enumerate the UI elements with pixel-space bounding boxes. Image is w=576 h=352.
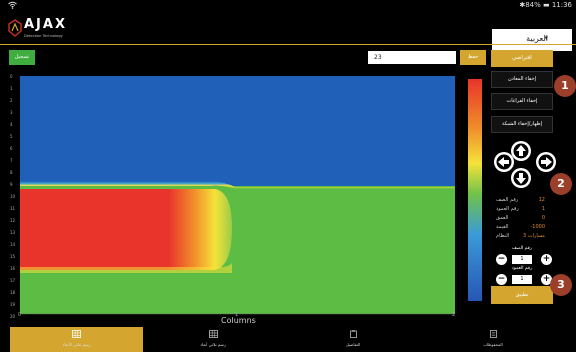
y-tick: 20	[10, 314, 16, 319]
y-tick: 5	[10, 134, 13, 139]
info-label: العمق	[496, 215, 509, 221]
row-value[interactable]: 1	[512, 255, 532, 264]
header: AJAX Detection Technology العربية ▾	[0, 12, 576, 51]
info-value: 1	[541, 206, 545, 212]
heatmap-region-anomaly	[20, 189, 232, 270]
nav-tab-details[interactable]: التفاصيل	[283, 327, 423, 352]
status-bar: ✱84% ▬ 11:36	[0, 0, 576, 12]
logo-text: AJAX	[24, 17, 67, 32]
y-tick: 1	[10, 86, 13, 91]
document-icon	[489, 330, 497, 338]
info-row: العمق 0	[491, 215, 553, 223]
y-tick: 19	[10, 302, 16, 307]
col-stepper-label: رقم العمود	[511, 266, 533, 271]
grid-icon	[208, 330, 218, 338]
record-button[interactable]: تسجيل	[9, 50, 35, 65]
value-input[interactable]	[368, 51, 456, 64]
default-button[interactable]: افتراضي	[491, 50, 553, 67]
nav-label: التفاصيل	[345, 342, 361, 347]
arrow-up-icon[interactable]	[511, 141, 531, 161]
info-label: القيمة	[496, 224, 509, 230]
y-tick: 18	[10, 290, 16, 295]
nav-label: رسم ثنائي الأبعاد	[62, 342, 91, 347]
app-root: ✱84% ▬ 11:36 AJAX Detection Technology ا…	[0, 0, 576, 352]
clipboard-icon	[349, 330, 357, 338]
y-tick: 11	[10, 206, 16, 211]
nav-label: المحفوظات	[483, 342, 503, 347]
annotation-badge-1: 1	[554, 75, 576, 97]
info-panel: رقم الصف 12 رقم العمود 1 العمق 0 القيمة …	[491, 196, 553, 245]
info-row: رقم العمود 1	[491, 206, 553, 214]
direction-pad	[494, 141, 556, 188]
info-label: رقم العمود	[496, 206, 519, 212]
y-tick: 16	[10, 266, 16, 271]
heatmap-svg	[20, 76, 455, 315]
nav-label: رسم ثلاثي أبعاد	[200, 342, 226, 347]
nav-tab-3d[interactable]: رسم ثلاثي أبعاد	[143, 327, 283, 352]
y-tick: 0	[10, 74, 13, 79]
nav-tab-2d[interactable]: رسم ثنائي الأبعاد	[10, 327, 143, 352]
col-minus-button[interactable]: −	[496, 274, 507, 285]
arrow-down-icon[interactable]	[511, 168, 531, 188]
ajax-logo-icon	[8, 19, 22, 37]
logo-subtitle: Detection Technology	[24, 34, 63, 38]
grid-icon	[72, 330, 81, 338]
y-tick: 17	[10, 278, 16, 283]
heatmap-region-top	[20, 76, 455, 186]
info-label: النظام	[496, 233, 510, 239]
info-label: رقم الصف	[496, 197, 519, 203]
y-tick: 9	[10, 182, 13, 187]
logo: AJAX Detection Technology	[8, 17, 67, 42]
language-select[interactable]: العربية ▾	[492, 29, 572, 51]
y-tick: 3	[10, 110, 13, 115]
info-value: 3 مسارات	[523, 233, 545, 239]
x-tick: 2	[452, 312, 456, 318]
arrow-left-icon[interactable]	[494, 152, 514, 172]
y-tick: 12	[10, 218, 16, 223]
y-tick: 4	[10, 122, 13, 127]
info-row: النظام 3 مسارات	[491, 233, 553, 241]
y-tick: 8	[10, 170, 13, 175]
status-text: ✱84% ▬ 11:36	[519, 1, 572, 9]
hide-metals-button[interactable]: إخفاء المعادن	[491, 71, 553, 88]
x-tick: 0	[18, 312, 22, 318]
header-divider	[0, 44, 576, 45]
y-tick: 2	[10, 98, 13, 103]
col-value[interactable]: 1	[512, 275, 532, 284]
y-tick: 14	[10, 242, 16, 247]
y-tick: 13	[10, 230, 16, 235]
hide-cavities-button[interactable]: إخفاء الفراغات	[491, 93, 553, 110]
info-value: 12	[538, 197, 545, 203]
wifi-icon	[8, 1, 17, 11]
colorbar	[468, 79, 482, 301]
y-tick: 10	[10, 194, 16, 199]
toggle-grid-button[interactable]: إظهار/إخفاء الشبكة	[491, 116, 553, 133]
info-row: القيمة -1000	[491, 224, 553, 232]
info-value: -1000	[530, 224, 545, 230]
info-row: رقم الصف 12	[491, 197, 553, 205]
y-tick: 6	[10, 146, 13, 151]
heatmap-plot[interactable]: 0 1 2 3 4 5 6 7 8 9 10 11 12 13 14 15 16…	[0, 68, 460, 326]
arrow-right-icon[interactable]	[536, 152, 556, 172]
y-tick: 7	[10, 158, 13, 163]
row-stepper-label: رقم الصف	[512, 246, 532, 251]
apply-button[interactable]: تطبيق	[491, 286, 553, 304]
y-tick: 15	[10, 254, 16, 259]
row-plus-button[interactable]: +	[541, 254, 552, 265]
row-minus-button[interactable]: −	[496, 254, 507, 265]
x-axis-label: Columns	[221, 316, 256, 325]
annotation-badge-3: 3	[550, 274, 572, 296]
save-button[interactable]: حفظ	[460, 50, 486, 65]
annotation-badge-2: 2	[550, 173, 572, 195]
info-value: 0	[541, 215, 545, 221]
bottom-nav: رسم ثنائي الأبعاد رسم ثلاثي أبعاد التفاص…	[0, 327, 576, 352]
chevron-down-icon: ▾	[544, 34, 548, 42]
nav-tab-saved[interactable]: المحفوظات	[423, 327, 563, 352]
